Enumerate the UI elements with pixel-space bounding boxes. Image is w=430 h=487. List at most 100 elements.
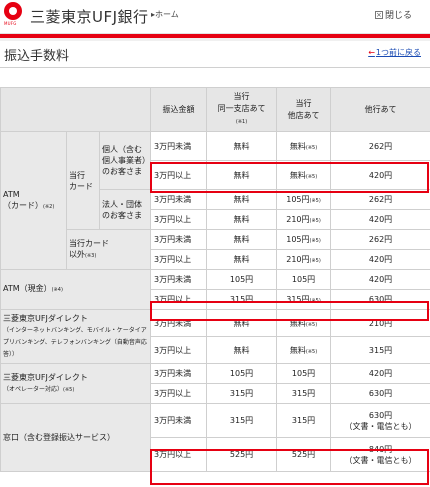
cell-other-bank: 262円 <box>330 131 430 161</box>
cell-amount: 3万円未満 <box>150 363 208 384</box>
other-bank-value: 840円 <box>368 444 393 454</box>
label-direct: 三菱東京UFJダイレクト （インターネットバンキング、モバイル・ケータイアプリバン… <box>0 309 152 364</box>
other-branch-line2: 他店あて <box>287 110 320 120</box>
other-card-line1: 当行カード <box>69 238 109 248</box>
mufg-logo[interactable]: MUFG <box>4 2 24 26</box>
atm-card-note: (※2) <box>43 203 55 210</box>
cell-same-branch: 315円 <box>206 403 278 438</box>
cell-same-branch: 無料 <box>206 209 278 230</box>
other-branch-value: 525円 <box>291 450 316 459</box>
table-row: ATM（現金）(※4) 3万円未満 105円 105円 420円 <box>0 269 430 310</box>
cell-other-bank: 840円 （文書・電信とも） <box>330 437 430 472</box>
table-header-row: 振込金額 当行 同一支店あて (※1) 当行 他店あて 他行あて <box>0 87 430 132</box>
cell-amount: 3万円以上 <box>150 383 208 404</box>
home-link[interactable]: ▸ホーム <box>151 9 179 20</box>
cell-amount: 3万円以上 <box>150 336 208 364</box>
cell-same-branch: 無料 <box>206 189 278 210</box>
cell-amount: 3万円以上 <box>150 160 208 190</box>
cell-other-branch: 525円 <box>276 437 332 472</box>
cell-other-branch: 315円 <box>276 403 332 438</box>
table-row: ATM （カード）(※2) 当行 カード 個人（含む個人事業者）のお客さま 3万円未… <box>0 131 430 270</box>
mufg-logo-mark-icon <box>4 2 22 20</box>
cell-amount: 3万円以上 <box>150 249 208 270</box>
direct-sub: （インターネットバンキング、モバイル・ケータイアプリバンキング、テレフォンバンキ… <box>3 327 147 358</box>
other-branch-value: 105円 <box>286 235 310 244</box>
own-card-line2: カード <box>69 181 93 191</box>
transfer-fee-table: 振込金額 当行 同一支店あて (※1) 当行 他店あて 他行あて ATM （カード）(※… <box>0 87 430 472</box>
other-branch-note: (※5) <box>305 348 318 355</box>
column-header-other-bank: 他行あて <box>330 87 430 132</box>
cell-amount: 3万円以上 <box>150 289 208 310</box>
close-button[interactable]: × 閉じる <box>374 8 412 21</box>
same-branch-line1: 当行 <box>233 92 250 101</box>
cell-same-branch: 無料 <box>206 249 278 270</box>
cell-amount: 3万円未満 <box>150 131 208 161</box>
cell-other-bank: 630円 <box>330 383 430 404</box>
header-shadow <box>0 38 430 41</box>
cell-same-branch: 無料 <box>206 160 278 190</box>
column-header-amount: 振込金額 <box>150 87 208 132</box>
other-branch-note: (※5) <box>305 144 318 151</box>
label-own-card: 当行 カード <box>66 131 100 230</box>
other-branch-value: 無料 <box>289 141 306 151</box>
cell-same-branch: 無料 <box>206 309 278 337</box>
cell-other-branch: 315円(※5) <box>276 289 332 310</box>
cell-amount: 3万円未満 <box>150 309 208 337</box>
table-row: 窓口（含む登録振込サービス） 3万円未満 315円 315円 630円 （文書・電… <box>0 403 430 472</box>
cell-other-bank: 420円 <box>330 249 430 270</box>
close-label: 閉じる <box>384 11 412 21</box>
cell-other-bank: 315円 <box>330 336 430 364</box>
atm-cash-title: ATM（現金） <box>3 284 52 293</box>
cell-amount: 3万円未満 <box>150 189 208 210</box>
other-branch-note: (※5) <box>309 218 321 224</box>
cell-same-branch: 315円 <box>206 289 278 310</box>
header-corner-cell <box>0 87 152 132</box>
direct-op-title: 三菱東京UFJダイレクト <box>3 372 88 382</box>
other-branch-value: 315円 <box>286 295 310 304</box>
cell-other-bank: 262円 <box>330 229 430 250</box>
same-branch-line2: 同一支店あて <box>217 104 266 113</box>
title-divider <box>0 67 430 68</box>
close-icon: × <box>374 10 383 19</box>
other-branch-note: (※5) <box>305 321 318 328</box>
cell-other-bank: 262円 <box>330 189 430 210</box>
other-branch-value: 210円 <box>286 215 310 224</box>
cell-amount: 3万円未満 <box>150 403 208 438</box>
site-header: MUFG 三菱東京UFJ銀行 ▸ホーム × 閉じる <box>0 0 430 34</box>
cell-other-branch: 105円(※5) <box>276 229 332 250</box>
cell-other-branch: 無料(※5) <box>276 336 332 364</box>
cell-other-branch: 210円(※5) <box>276 249 332 270</box>
other-branch-value: 105円 <box>291 275 316 284</box>
cell-other-branch: 105円(※5) <box>276 189 332 210</box>
label-other-card: 当行カード 以外(※3) <box>65 229 152 270</box>
label-corporate: 法人・団体のお客さま <box>98 189 152 230</box>
table-row: 三菱東京UFJダイレクト （オペレーター対応）(※5) 3万円未満 105円 10… <box>0 363 430 404</box>
direct-title: 三菱東京UFJダイレクト <box>3 314 88 323</box>
other-branch-value: 無料 <box>289 318 306 328</box>
atm-card-title: ATM <box>3 189 20 199</box>
bank-name: 三菱東京UFJ銀行 <box>30 8 149 26</box>
other-branch-note: (※5) <box>305 173 318 180</box>
label-individual: 個人（含む個人事業者）のお客さま <box>98 131 152 190</box>
cell-other-branch: 無料(※5) <box>276 160 332 190</box>
label-counter: 窓口（含む登録振込サービス） <box>0 403 152 472</box>
mufg-logo-text: MUFG <box>4 21 17 26</box>
back-link[interactable]: ←1つ前に戻る <box>368 47 421 58</box>
other-branch-value: 105円 <box>291 369 316 378</box>
cell-other-branch: 315円 <box>276 383 332 404</box>
cell-same-branch: 525円 <box>206 437 278 472</box>
label-atm-card: ATM （カード）(※2) <box>0 131 67 270</box>
other-branch-value: 無料 <box>289 170 306 180</box>
cell-other-bank: 420円 <box>330 209 430 230</box>
same-branch-note: (※1) <box>235 119 248 125</box>
other-branch-note: (※5) <box>309 258 321 264</box>
atm-card-sub: （カード） <box>3 200 43 210</box>
cell-same-branch: 無料 <box>206 131 278 161</box>
cell-other-bank: 420円 <box>330 363 430 384</box>
cell-other-branch: 210円(※5) <box>276 209 332 230</box>
back-arrow-icon: ← <box>368 48 375 57</box>
page-title: 振込手数料 <box>4 49 70 64</box>
other-card-line2: 以外 <box>69 249 85 259</box>
cell-same-branch: 105円 <box>206 269 278 290</box>
cell-other-branch: 無料(※5) <box>276 309 332 337</box>
